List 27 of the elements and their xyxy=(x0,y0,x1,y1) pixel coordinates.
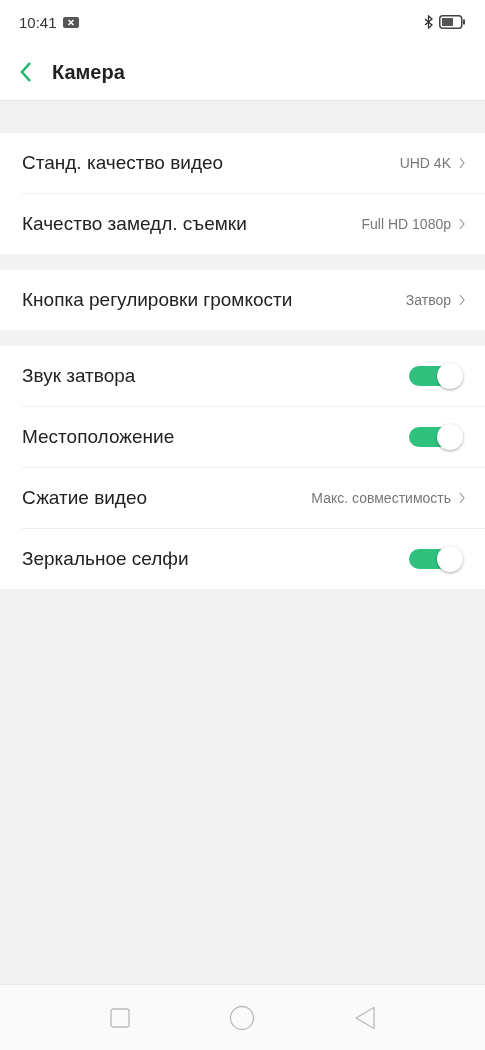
setting-label: Зеркальное селфи xyxy=(22,548,189,570)
chevron-right-icon xyxy=(459,294,465,306)
setting-value-link[interactable]: UHD 4K xyxy=(399,155,465,171)
toggle-switch[interactable] xyxy=(409,423,465,451)
back-button[interactable] xyxy=(20,61,32,83)
back-nav-button[interactable] xyxy=(353,1005,376,1030)
chevron-right-icon xyxy=(459,157,465,169)
setting-label: Станд. качество видео xyxy=(22,152,224,174)
home-button[interactable] xyxy=(228,1004,255,1031)
setting-label: Качество замедл. съемки xyxy=(22,213,247,235)
battery-icon xyxy=(439,15,465,29)
setting-label: Местоположение xyxy=(22,426,175,448)
setting-label: Звук затвора xyxy=(22,365,136,387)
notification-icon xyxy=(62,16,79,28)
toggle-switch[interactable] xyxy=(409,362,465,390)
setting-value-link[interactable]: Затвор xyxy=(405,292,465,308)
page-title: Камера xyxy=(52,60,125,84)
setting-label: Сжатие видео xyxy=(22,487,148,509)
chevron-right-icon xyxy=(459,492,465,504)
toggle-switch[interactable] xyxy=(409,545,465,573)
bluetooth-icon xyxy=(424,15,433,29)
setting-value-link[interactable]: Full HD 1080p xyxy=(361,216,465,232)
setting-label: Кнопка регулировки громкости xyxy=(22,289,293,311)
recent-apps-button[interactable] xyxy=(109,1007,130,1028)
chevron-right-icon xyxy=(459,218,465,230)
clock-time: 10:41 xyxy=(19,13,57,31)
setting-value-link[interactable]: Макс. совместимость xyxy=(311,490,465,506)
